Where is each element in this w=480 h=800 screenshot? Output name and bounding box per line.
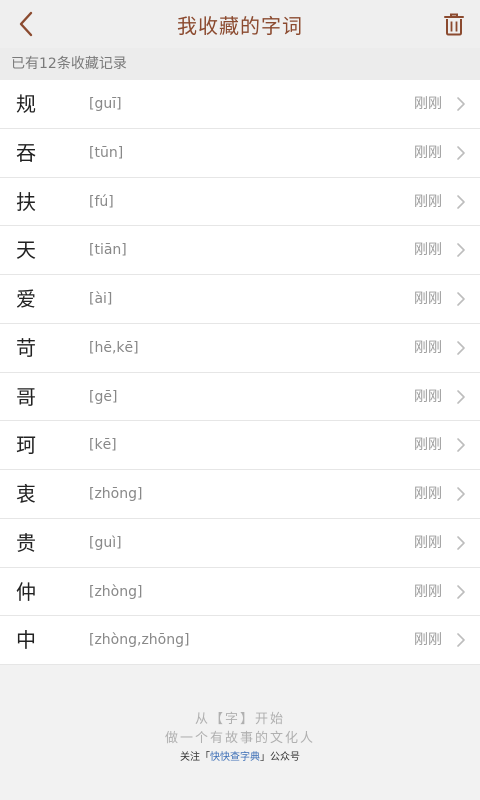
chevron-right-icon — [457, 292, 465, 306]
list-item[interactable]: 吞 [tūn] 刚刚 — [0, 128, 480, 178]
saved-time: 刚刚 — [414, 437, 442, 454]
chevron-left-icon — [19, 11, 33, 37]
saved-time: 刚刚 — [414, 339, 442, 356]
word-pinyin: [hē,kē] — [89, 339, 139, 356]
word-char: 规 — [16, 92, 36, 116]
list-item[interactable]: 扶 [fú] 刚刚 — [0, 177, 480, 227]
saved-time: 刚刚 — [414, 534, 442, 551]
favorites-list: 规 [guī] 刚刚吞 [tūn] 刚刚扶 [fú] 刚刚天 [tiān] 刚刚爱 [ài] 刚刚苛… — [0, 80, 480, 665]
saved-time: 刚刚 — [414, 193, 442, 210]
word-char: 衷 — [16, 482, 36, 506]
record-count: 已有12条收藏记录 — [0, 48, 480, 80]
chevron-right-icon — [457, 97, 465, 111]
list-item[interactable]: 爱 [ài] 刚刚 — [0, 275, 480, 324]
chevron-right-icon — [457, 535, 465, 550]
saved-time: 刚刚 — [414, 583, 442, 600]
word-pinyin: [fú] — [89, 193, 114, 210]
word-char: 天 — [16, 238, 36, 263]
list-item[interactable]: 珂 [kē] 刚刚 — [0, 421, 480, 470]
word-pinyin: [guì] — [89, 534, 122, 551]
slogan-line-2: 做一个有故事的文化人 — [164, 731, 315, 746]
word-char: 哥 — [16, 384, 36, 409]
follow-prefix: 关注「 — [180, 752, 210, 763]
chevron-right-icon — [457, 584, 465, 599]
follow-hint: 关注「快快查字典」公众号 — [0, 749, 480, 767]
page-title: 我收藏的字词 — [177, 13, 303, 38]
word-char: 中 — [16, 628, 36, 653]
list-item[interactable]: 贵 [guì] 刚刚 — [0, 518, 480, 568]
saved-time: 刚刚 — [414, 96, 442, 112]
chevron-right-icon — [457, 487, 465, 501]
list-item[interactable]: 规 [guī] 刚刚 — [0, 80, 480, 129]
chevron-right-icon — [457, 340, 465, 355]
word-pinyin: [gē] — [89, 388, 118, 405]
saved-time: 刚刚 — [414, 144, 442, 161]
account-name[interactable]: 快快查字典 — [210, 752, 260, 763]
chevron-right-icon — [457, 438, 465, 453]
word-char: 吞 — [16, 140, 36, 165]
saved-time: 刚刚 — [414, 632, 442, 649]
list-item[interactable]: 哥 [gē] 刚刚 — [0, 372, 480, 422]
list-item[interactable]: 天 [tiān] 刚刚 — [0, 226, 480, 275]
word-pinyin: [zhòng] — [89, 583, 143, 600]
list-item[interactable]: 苛 [hē,kē] 刚刚 — [0, 323, 480, 373]
delete-button[interactable] — [438, 8, 470, 40]
word-pinyin: [guī] — [89, 96, 122, 112]
chevron-right-icon — [457, 243, 465, 258]
list-item[interactable]: 仲 [zhòng] 刚刚 — [0, 567, 480, 617]
saved-time: 刚刚 — [414, 291, 442, 307]
word-pinyin: [tūn] — [89, 144, 124, 161]
list-item[interactable]: 中 [zhòng,zhōng] 刚刚 — [0, 616, 480, 665]
chevron-right-icon — [457, 194, 465, 209]
word-pinyin: [zhòng,zhōng] — [89, 632, 190, 649]
word-char: 苛 — [16, 335, 36, 360]
saved-time: 刚刚 — [414, 242, 442, 259]
saved-time: 刚刚 — [414, 486, 442, 502]
word-char: 仲 — [16, 579, 36, 604]
word-char: 珂 — [16, 433, 36, 458]
back-button[interactable] — [10, 8, 42, 40]
word-pinyin: [ài] — [89, 291, 113, 307]
top-bar: 我收藏的字词 — [0, 0, 480, 48]
word-char: 扶 — [16, 189, 36, 214]
chevron-right-icon — [457, 389, 465, 404]
word-pinyin: [kē] — [89, 437, 117, 454]
chevron-right-icon — [457, 633, 465, 648]
word-char: 爱 — [16, 287, 36, 311]
trash-icon — [444, 13, 464, 36]
footer-slogan: 从【字】开始 做一个有故事的文化人 关注「快快查字典」公众号 — [0, 710, 480, 767]
word-char: 贵 — [16, 530, 36, 555]
word-pinyin: [tiān] — [89, 242, 127, 259]
word-pinyin: [zhōng] — [89, 486, 143, 502]
saved-time: 刚刚 — [414, 388, 442, 405]
follow-suffix: 」公众号 — [260, 752, 300, 763]
slogan-line-1: 从【字】开始 — [194, 712, 285, 727]
list-item[interactable]: 衷 [zhōng] 刚刚 — [0, 470, 480, 519]
chevron-right-icon — [457, 145, 465, 160]
